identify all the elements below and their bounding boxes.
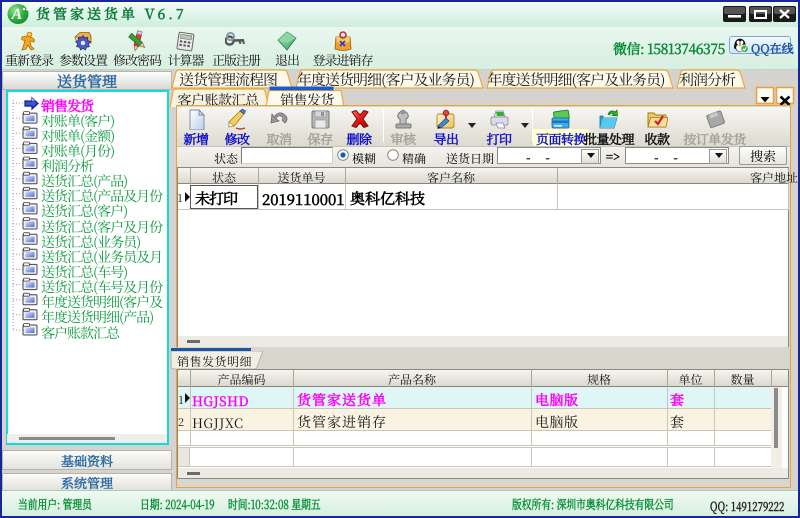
svg-text:A: A: [11, 6, 23, 23]
